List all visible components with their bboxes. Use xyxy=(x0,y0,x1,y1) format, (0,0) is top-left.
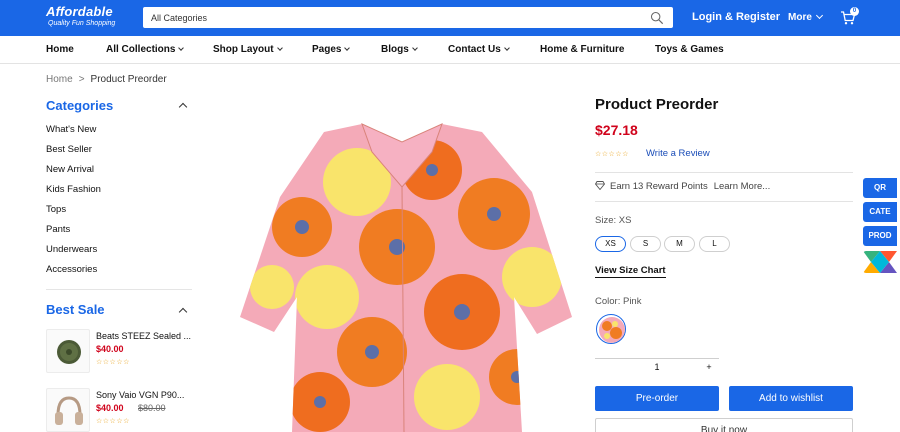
nav-shop-layout[interactable]: Shop Layout xyxy=(213,44,283,55)
nav-pages[interactable]: Pages xyxy=(312,44,351,55)
product-price: $27.18 xyxy=(595,122,638,138)
product-price: $40.00 xyxy=(96,344,124,354)
categories-heading: Categories xyxy=(46,98,114,113)
nav-label: Pages xyxy=(312,44,342,55)
breadcrumb: Home > Product Preorder xyxy=(46,74,167,85)
breadcrumb-home[interactable]: Home xyxy=(46,74,73,85)
category-item[interactable]: New Arrival xyxy=(46,164,101,184)
product-price: $40.00 xyxy=(96,403,124,413)
product-thumbnail[interactable] xyxy=(46,329,90,373)
product-thumbnail[interactable] xyxy=(46,388,90,432)
nav-label: Blogs xyxy=(381,44,409,55)
size-label: Size: XS xyxy=(595,215,632,226)
side-tab-cate[interactable]: CATE xyxy=(863,202,897,222)
chevron-down-icon xyxy=(815,11,823,20)
rating-stars: ☆☆☆☆☆ xyxy=(96,418,130,425)
color-label: Color: Pink xyxy=(595,296,642,307)
cart-count-badge: 0 xyxy=(850,7,859,16)
search-bar xyxy=(143,7,673,28)
category-item[interactable]: Accessories xyxy=(46,264,101,284)
swatch-image xyxy=(599,317,625,343)
quantity-stepper: 1 + xyxy=(595,358,719,374)
logo-tagline: Quality Fun Shopping xyxy=(48,20,116,27)
side-tab-qr[interactable]: QR xyxy=(863,178,897,198)
product-title[interactable]: Beats STEEZ Sealed ... xyxy=(96,331,191,341)
headphones-image xyxy=(55,396,83,425)
product-title[interactable]: Sony Vaio VGN P90... xyxy=(96,390,184,400)
nav-label: Toys & Games xyxy=(655,44,724,55)
sidebar-divider xyxy=(46,289,192,290)
chevron-up-icon[interactable] xyxy=(178,307,188,317)
write-review-link[interactable]: Write a Review xyxy=(646,148,710,159)
search-icon[interactable] xyxy=(650,11,664,25)
category-item[interactable]: Kids Fashion xyxy=(46,184,101,204)
color-swatch-pink[interactable] xyxy=(596,314,626,344)
breadcrumb-separator: > xyxy=(78,74,85,85)
chevron-down-icon xyxy=(503,45,510,51)
rating-stars: ☆☆☆☆☆ xyxy=(595,151,629,158)
nav-toys-games[interactable]: Toys & Games xyxy=(655,44,724,55)
best-sale-item[interactable]: Sony Vaio VGN P90... $40.00 $80.00 ☆☆☆☆☆ xyxy=(46,388,196,432)
diamond-icon xyxy=(595,181,605,190)
divider xyxy=(595,201,853,202)
nav-label: Home & Furniture xyxy=(540,44,625,55)
reward-text: Earn 13 Reward Points xyxy=(610,181,708,192)
breadcrumb-current: Product Preorder xyxy=(90,74,167,85)
headphones-image xyxy=(57,340,81,364)
category-item[interactable]: Pants xyxy=(46,224,101,244)
buy-it-now-button[interactable]: Buy it now xyxy=(595,418,853,432)
nav-home[interactable]: Home xyxy=(46,44,74,55)
product-old-price: $80.00 xyxy=(138,403,166,413)
nav-label: Contact Us xyxy=(448,44,501,55)
learn-more-link[interactable]: Learn More... xyxy=(714,181,771,192)
category-item[interactable]: What's New xyxy=(46,124,101,144)
quantity-input[interactable]: 1 xyxy=(615,362,699,372)
product-title: Product Preorder xyxy=(595,96,719,113)
reward-points: Earn 13 Reward Points Learn More... xyxy=(595,181,770,192)
side-tab-prod[interactable]: PROD xyxy=(863,226,897,246)
category-item[interactable]: Tops xyxy=(46,204,101,224)
nav-label: Shop Layout xyxy=(213,44,274,55)
chevron-down-icon xyxy=(411,45,418,51)
size-option-s[interactable]: S xyxy=(630,236,661,252)
rating-stars: ☆☆☆☆☆ xyxy=(96,359,130,366)
best-sale-heading: Best Sale xyxy=(46,302,105,317)
search-input[interactable] xyxy=(143,7,643,28)
divider xyxy=(595,172,853,173)
nav-contact-us[interactable]: Contact Us xyxy=(448,44,510,55)
chevron-down-icon xyxy=(276,45,283,51)
logo-name: Affordable xyxy=(46,4,113,19)
add-to-wishlist-button[interactable]: Add to wishlist xyxy=(729,386,853,411)
product-image[interactable] xyxy=(232,112,576,432)
qty-increase-button[interactable]: + xyxy=(699,362,719,372)
size-option-m[interactable]: M xyxy=(664,236,695,252)
category-item[interactable]: Underwears xyxy=(46,244,101,264)
nav-home-furniture[interactable]: Home & Furniture xyxy=(540,44,624,55)
size-option-xs[interactable]: XS xyxy=(595,236,626,252)
more-menu[interactable]: More xyxy=(788,11,823,23)
category-item[interactable]: Best Seller xyxy=(46,144,101,164)
size-option-l[interactable]: L xyxy=(699,236,730,252)
more-label: More xyxy=(788,12,812,23)
qty-decrease-button[interactable] xyxy=(595,359,615,375)
store-logo[interactable]: Affordable Quality Fun Shopping xyxy=(46,5,115,28)
nav-label: All Collections xyxy=(106,44,176,55)
main-nav: Home All Collections Shop Layout Pages B… xyxy=(0,36,900,64)
nav-label: Home xyxy=(46,44,74,55)
chevron-down-icon xyxy=(178,45,185,51)
category-list: What's New Best Seller New Arrival Kids … xyxy=(46,124,101,284)
nav-all-collections[interactable]: All Collections xyxy=(106,44,185,55)
chevron-up-icon[interactable] xyxy=(178,102,188,112)
best-sale-item[interactable]: Beats STEEZ Sealed ... $40.00 ☆☆☆☆☆ xyxy=(46,329,196,379)
chevron-down-icon xyxy=(344,45,351,51)
app-logo-icon[interactable] xyxy=(863,251,897,273)
view-size-chart-link[interactable]: View Size Chart xyxy=(595,265,666,278)
login-register-link[interactable]: Login & Register xyxy=(692,11,780,23)
top-header: Affordable Quality Fun Shopping Login & … xyxy=(0,0,900,36)
nav-blogs[interactable]: Blogs xyxy=(381,44,418,55)
preorder-button[interactable]: Pre-order xyxy=(595,386,719,411)
